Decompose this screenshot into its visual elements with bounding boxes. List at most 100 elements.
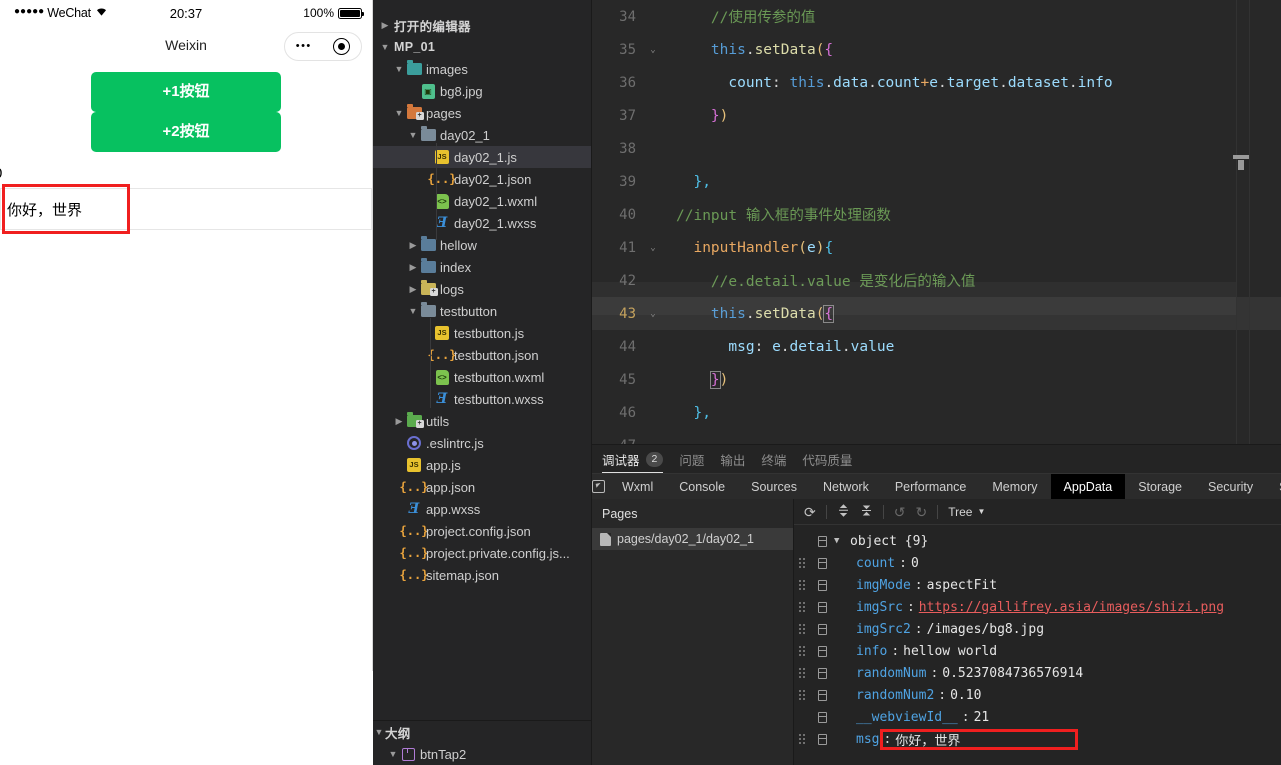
tree-item-bg8.jpg[interactable]: ▣ bg8.jpg [373, 80, 591, 102]
tree-item-[interactable]: ▶ 打开的编辑器 [373, 14, 591, 36]
code-line[interactable]: 45 }) [592, 363, 1281, 396]
devtools-tab-performance[interactable]: Performance [882, 474, 980, 500]
tree-item-testbutton.json[interactable]: {..} testbutton.json [373, 344, 591, 366]
copy-value-icon[interactable] [810, 733, 834, 745]
tree-item-app.wxss[interactable]: Ǝapp.wxss [373, 498, 591, 520]
tree-item-testbutton.js[interactable]: JS testbutton.js [373, 322, 591, 344]
panel-tab-代码质量[interactable]: 代码质量 [802, 450, 852, 473]
devtools-tab-network[interactable]: Network [810, 474, 882, 500]
devtools-tab-sources[interactable]: Sources [738, 474, 810, 500]
more-dots-icon[interactable]: ••• [296, 41, 312, 52]
tree-item-logs[interactable]: ▶ + logs [373, 278, 591, 300]
inspect-element-icon[interactable] [592, 480, 605, 493]
tree-item-sitemap.json[interactable]: {..} sitemap.json [373, 564, 591, 586]
chevron-down-icon[interactable]: ▼ [393, 64, 405, 74]
tree-item-day02_1.wxml[interactable]: <> day02_1.wxml [373, 190, 591, 212]
devtools-tabbar[interactable]: Wxml Console Sources Network Performance Memo… [592, 473, 1281, 500]
tree-item-day02_1.json[interactable]: {..} day02_1.json [373, 168, 591, 190]
chevron-down-icon[interactable]: ▼ [407, 306, 419, 316]
appdata-root-row[interactable]: ▼ object {9} [794, 530, 1281, 552]
devtools-tab-security[interactable]: Security [1195, 474, 1266, 500]
appdata-row-randomNum2[interactable]: randomNum2:0.10 [794, 684, 1281, 706]
appdata-row-msg[interactable]: msg: 你好，世界 [794, 728, 1281, 750]
devtools-tab-memory[interactable]: Memory [979, 474, 1050, 500]
refresh-icon[interactable]: ⟳ [804, 505, 816, 519]
devtools-tab-console[interactable]: Console [666, 474, 738, 500]
tree-item-project.config.json[interactable]: {..} project.config.json [373, 520, 591, 542]
tree-item-day02_1.js[interactable]: JS day02_1.js [373, 146, 591, 168]
appdata-toolbar[interactable]: ⟳ ↺ ↻ Tree ▼ [794, 499, 1281, 525]
code-lines[interactable]: 34 //使用传参的值 35 ⌄ this.setData({36 count: t… [592, 0, 1281, 444]
panel-tab-终端[interactable]: 终端 [761, 450, 786, 473]
chevron-right-icon[interactable]: ▶ [407, 262, 419, 273]
chevron-down-icon[interactable]: ▼ [373, 727, 385, 737]
chevron-down-icon[interactable]: ▼ [834, 536, 850, 546]
copy-value-icon[interactable] [810, 645, 834, 657]
chevron-down-icon[interactable]: ⌄ [644, 243, 662, 253]
drag-handle-icon[interactable] [794, 734, 810, 744]
devtools-tab-list[interactable]: Wxml Console Sources Network Performance Memo… [609, 473, 1281, 500]
code-line[interactable]: 37 }) [592, 99, 1281, 132]
copy-value-icon[interactable] [810, 689, 834, 701]
chevron-down-icon[interactable]: ▼ [387, 749, 399, 759]
code-line[interactable]: 40 //input 输入框的事件处理函数 [592, 198, 1281, 231]
tree-item-index[interactable]: ▶ index [373, 256, 591, 278]
drag-handle-icon[interactable] [794, 690, 810, 700]
drag-handle-icon[interactable] [794, 580, 810, 590]
tree-item-testbutton.wxml[interactable]: <> testbutton.wxml [373, 366, 591, 388]
expand-all-icon[interactable] [837, 504, 850, 519]
chevron-right-icon[interactable]: ▶ [379, 20, 391, 31]
appdata-row-randomNum[interactable]: randomNum:0.5237084736576914 [794, 662, 1281, 684]
chevron-down-icon[interactable]: ▼ [977, 507, 985, 516]
tree-item-pages[interactable]: ▼ + pages [373, 102, 591, 124]
copy-value-icon[interactable] [810, 623, 834, 635]
collapse-all-icon[interactable] [860, 504, 873, 519]
appdata-row-imgMode[interactable]: imgMode: aspectFit [794, 574, 1281, 596]
code-line[interactable]: 43 ⌄ this.setData({ [592, 297, 1281, 330]
appdata-row-count[interactable]: count:0 [794, 552, 1281, 574]
tree-item-day02_1[interactable]: ▼ day02_1 [373, 124, 591, 146]
code-line[interactable]: 41 ⌄ inputHandler(e){ [592, 231, 1281, 264]
plus-two-button[interactable]: +2按钮 [91, 112, 281, 152]
chevron-right-icon[interactable]: ▶ [393, 416, 405, 427]
drag-handle-icon[interactable] [794, 602, 810, 612]
close-target-icon[interactable] [333, 38, 351, 55]
appdata-row-imgSrc[interactable]: imgSrc: https://gallifrey.asia/images/shi… [794, 596, 1281, 618]
copy-value-icon[interactable] [810, 535, 834, 547]
code-line[interactable]: 38 [592, 132, 1281, 165]
devtools-tab-storage[interactable]: Storage [1125, 474, 1195, 500]
appdata-row-imgSrc2[interactable]: imgSrc2:/images/bg8.jpg [794, 618, 1281, 640]
copy-value-icon[interactable] [810, 557, 834, 569]
code-line[interactable]: 46 }, [592, 396, 1281, 429]
code-editor[interactable]: 34 //使用传参的值 35 ⌄ this.setData({36 count: t… [592, 0, 1281, 444]
code-line[interactable]: 35 ⌄ this.setData({ [592, 33, 1281, 66]
tree-item-testbutton[interactable]: ▼ testbutton [373, 300, 591, 322]
chevron-right-icon[interactable]: ▶ [407, 284, 419, 295]
appdata-value[interactable]: https://gallifrey.asia/images/shizi.png [919, 600, 1224, 615]
outline-header[interactable]: ▼ 大纲 [373, 721, 591, 743]
tree-item-app.js[interactable]: JS app.js [373, 454, 591, 476]
drag-handle-icon[interactable] [794, 668, 810, 678]
chevron-down-icon[interactable]: ⌄ [644, 309, 662, 319]
tree-item-testbutton.wxss[interactable]: Ǝtestbutton.wxss [373, 388, 591, 410]
chevron-right-icon[interactable]: ▶ [407, 240, 419, 251]
devtools-tab-appdata[interactable]: AppData [1050, 473, 1126, 500]
panel-tab-调试器[interactable]: 调试器 2 [602, 450, 664, 473]
capsule-button[interactable]: ••• [284, 32, 362, 61]
redo-icon[interactable]: ↻ [915, 505, 927, 519]
chevron-down-icon[interactable]: ▼ [379, 42, 391, 52]
tree-item-hellow[interactable]: ▶ hellow [373, 234, 591, 256]
chevron-down-icon[interactable]: ▼ [393, 108, 405, 118]
copy-value-icon[interactable] [810, 579, 834, 591]
plus-one-button[interactable]: +1按钮 [91, 72, 281, 112]
code-line[interactable]: 34 //使用传参的值 [592, 0, 1281, 33]
code-line[interactable]: 39 }, [592, 165, 1281, 198]
copy-value-icon[interactable] [810, 667, 834, 679]
tree-item-utils[interactable]: ▶ + utils [373, 410, 591, 432]
devtools-tab-se[interactable]: Se [1266, 474, 1281, 500]
appdata-row-__webviewId__[interactable]: __webviewId__:21 [794, 706, 1281, 728]
copy-value-icon[interactable] [810, 601, 834, 613]
chevron-down-icon[interactable]: ▼ [407, 130, 419, 140]
panel-tab-问题[interactable]: 问题 [679, 450, 704, 473]
devtools-panel-tabs[interactable]: 调试器 2 问题 输出 终端 代码质量 [592, 445, 1281, 473]
